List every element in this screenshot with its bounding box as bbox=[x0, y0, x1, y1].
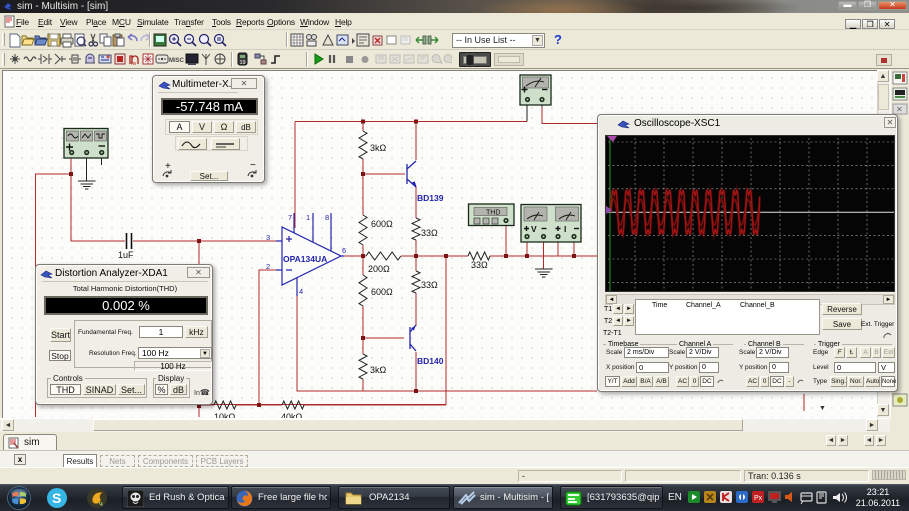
svg-text:4: 4 bbox=[299, 287, 303, 296]
svg-text:1: 1 bbox=[306, 213, 310, 222]
svg-text:200Ω: 200Ω bbox=[368, 264, 390, 274]
svg-text:ч: ч bbox=[99, 501, 103, 508]
svg-text:BD140: BD140 bbox=[417, 356, 444, 366]
svg-text:10kΩ: 10kΩ bbox=[214, 412, 236, 418]
svg-text:3kΩ: 3kΩ bbox=[370, 365, 387, 375]
svg-text:✕: ✕ bbox=[896, 105, 903, 114]
svg-text:33Ω: 33Ω bbox=[421, 228, 438, 238]
svg-text:3: 3 bbox=[266, 233, 270, 242]
svg-text:THD: THD bbox=[486, 210, 500, 217]
svg-text:40kΩ: 40kΩ bbox=[281, 412, 303, 418]
svg-text:S: S bbox=[52, 490, 61, 506]
svg-text:19: 19 bbox=[240, 60, 246, 66]
svg-text:33Ω: 33Ω bbox=[471, 260, 488, 270]
svg-text:1uF: 1uF bbox=[118, 250, 134, 260]
svg-text:8: 8 bbox=[325, 213, 329, 222]
svg-text:Px: Px bbox=[754, 495, 763, 502]
svg-text:3kΩ: 3kΩ bbox=[370, 143, 387, 153]
svg-text:600Ω: 600Ω bbox=[371, 287, 393, 297]
svg-text:600Ω: 600Ω bbox=[371, 219, 393, 229]
svg-text:OPA134UA: OPA134UA bbox=[283, 254, 327, 264]
svg-text:33Ω: 33Ω bbox=[421, 280, 438, 290]
svg-text:MISC: MISC bbox=[169, 58, 185, 64]
svg-text:BD139: BD139 bbox=[417, 193, 444, 203]
svg-text:7: 7 bbox=[288, 213, 292, 222]
svg-text:2: 2 bbox=[266, 262, 270, 271]
svg-text:V: V bbox=[531, 224, 537, 234]
svg-text:6: 6 bbox=[342, 246, 346, 255]
svg-text:I: I bbox=[564, 224, 566, 234]
svg-text:hv: hv bbox=[131, 61, 137, 67]
